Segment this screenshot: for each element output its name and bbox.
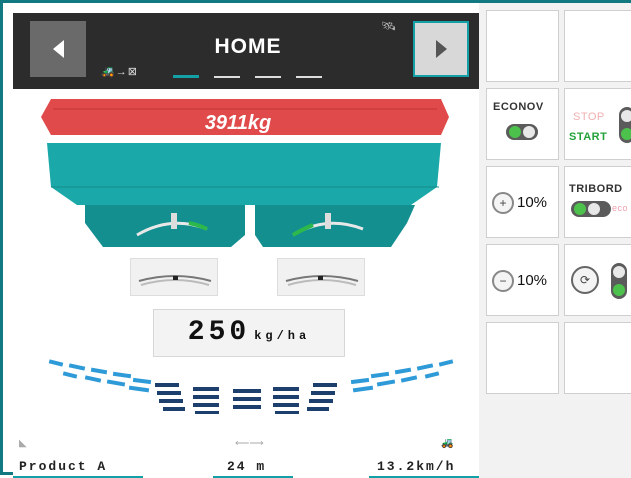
rate-value: 250 xyxy=(187,317,251,348)
spread-pattern-graphic xyxy=(48,359,454,414)
working-width-icon: ⟵⟶ xyxy=(235,438,264,449)
tribord-toggle-knob xyxy=(588,203,600,215)
page-dot-2 xyxy=(214,76,240,78)
weighing-toggle-on-icon xyxy=(613,284,625,296)
toggle-on-icon xyxy=(621,128,631,140)
arrow-left-icon xyxy=(52,40,64,58)
tractor-status-icon: 🚜→⊠ xyxy=(101,66,138,78)
toggle-knob xyxy=(621,110,631,122)
hopper-body xyxy=(47,143,441,205)
econov-label: ECONOV xyxy=(493,101,544,113)
right-rate-percent: 10% xyxy=(517,272,548,289)
rate-unit: kg/ha xyxy=(254,329,311,343)
page-dot-3 xyxy=(255,76,281,78)
right-rate-adjust-button[interactable]: − 10% xyxy=(486,244,559,316)
empty-cell-1 xyxy=(486,10,559,82)
left-rate-percent: 10% xyxy=(517,194,548,211)
left-disc-indicator xyxy=(130,258,218,296)
right-gate-indicator xyxy=(325,213,331,229)
product-name: Product A xyxy=(19,459,108,474)
product-icon: ◣ xyxy=(19,438,27,449)
screen-frame: HOME 🛰 🚜→⊠ 3911kg 250 kg/ha ◣ Product A … xyxy=(0,0,631,478)
weighing-toggle-knob xyxy=(613,266,625,278)
next-page-button[interactable] xyxy=(413,21,469,77)
tribord-toggle-on-icon xyxy=(574,203,586,215)
spread-center xyxy=(233,389,261,409)
tractor-speed-icon: 🚜 xyxy=(441,438,454,449)
tribord-label: TRIBORD xyxy=(569,183,623,195)
left-vane-icon xyxy=(138,275,212,286)
empty-cell-3 xyxy=(486,322,559,394)
page-title: HOME xyxy=(214,35,282,58)
spread-inner-left xyxy=(155,383,219,414)
start-label: START xyxy=(569,131,608,143)
stop-label: STOP xyxy=(573,111,605,123)
gps-satellite-icon: 🛰 xyxy=(381,19,397,33)
minus-rate-icon: − xyxy=(492,270,514,292)
weighing-toggle[interactable] xyxy=(611,263,627,299)
application-rate-display[interactable]: 250 kg/ha xyxy=(153,309,345,357)
weighing-calibration-button[interactable]: ⟳ xyxy=(564,244,631,316)
left-gate-indicator xyxy=(171,213,177,229)
forward-speed: 13.2km/h xyxy=(377,459,456,474)
econov-button[interactable]: ECONOV xyxy=(486,88,559,160)
econov-toggle-on-icon xyxy=(509,126,521,138)
empty-cell-2 xyxy=(564,10,631,82)
right-chute xyxy=(255,205,415,247)
eco-label: eco xyxy=(612,203,629,213)
working-width: 24 m xyxy=(227,459,267,474)
spread-outer-left xyxy=(48,359,152,393)
econov-toggle-knob xyxy=(523,126,535,138)
stop-start-button[interactable]: STOP START xyxy=(564,88,631,160)
tribord-button[interactable]: TRIBORD eco xyxy=(564,166,631,238)
econov-toggle[interactable] xyxy=(506,124,538,140)
page-dot-1 xyxy=(173,75,199,78)
tribord-toggle[interactable] xyxy=(571,201,611,217)
function-grid: ECONOV STOP START + 10% TRIBORD eco − 10… xyxy=(479,3,631,478)
left-chute xyxy=(85,205,245,247)
status-footer: ◣ Product A ⟵⟶ 24 m 🚜 13.2km/h xyxy=(13,438,479,478)
previous-page-button[interactable] xyxy=(30,21,86,77)
left-rate-adjust-button[interactable]: + 10% xyxy=(486,166,559,238)
page-dot-4 xyxy=(296,76,322,78)
home-panel: HOME 🛰 🚜→⊠ 3911kg 250 kg/ha ◣ Product A … xyxy=(13,13,479,478)
spread-inner-right xyxy=(273,383,337,414)
header-bar: HOME 🛰 🚜→⊠ xyxy=(13,13,479,89)
start-stop-toggle[interactable] xyxy=(619,107,631,143)
right-disc-indicator xyxy=(277,258,365,296)
spread-outer-right xyxy=(350,359,454,393)
right-vane-icon xyxy=(285,275,359,286)
hopper-weight: 3911kg xyxy=(204,112,272,134)
plus-rate-icon: + xyxy=(492,192,514,214)
empty-cell-4 xyxy=(564,322,631,394)
arrow-right-icon xyxy=(435,40,447,58)
weigh-cycle-icon: ⟳ xyxy=(571,266,599,294)
